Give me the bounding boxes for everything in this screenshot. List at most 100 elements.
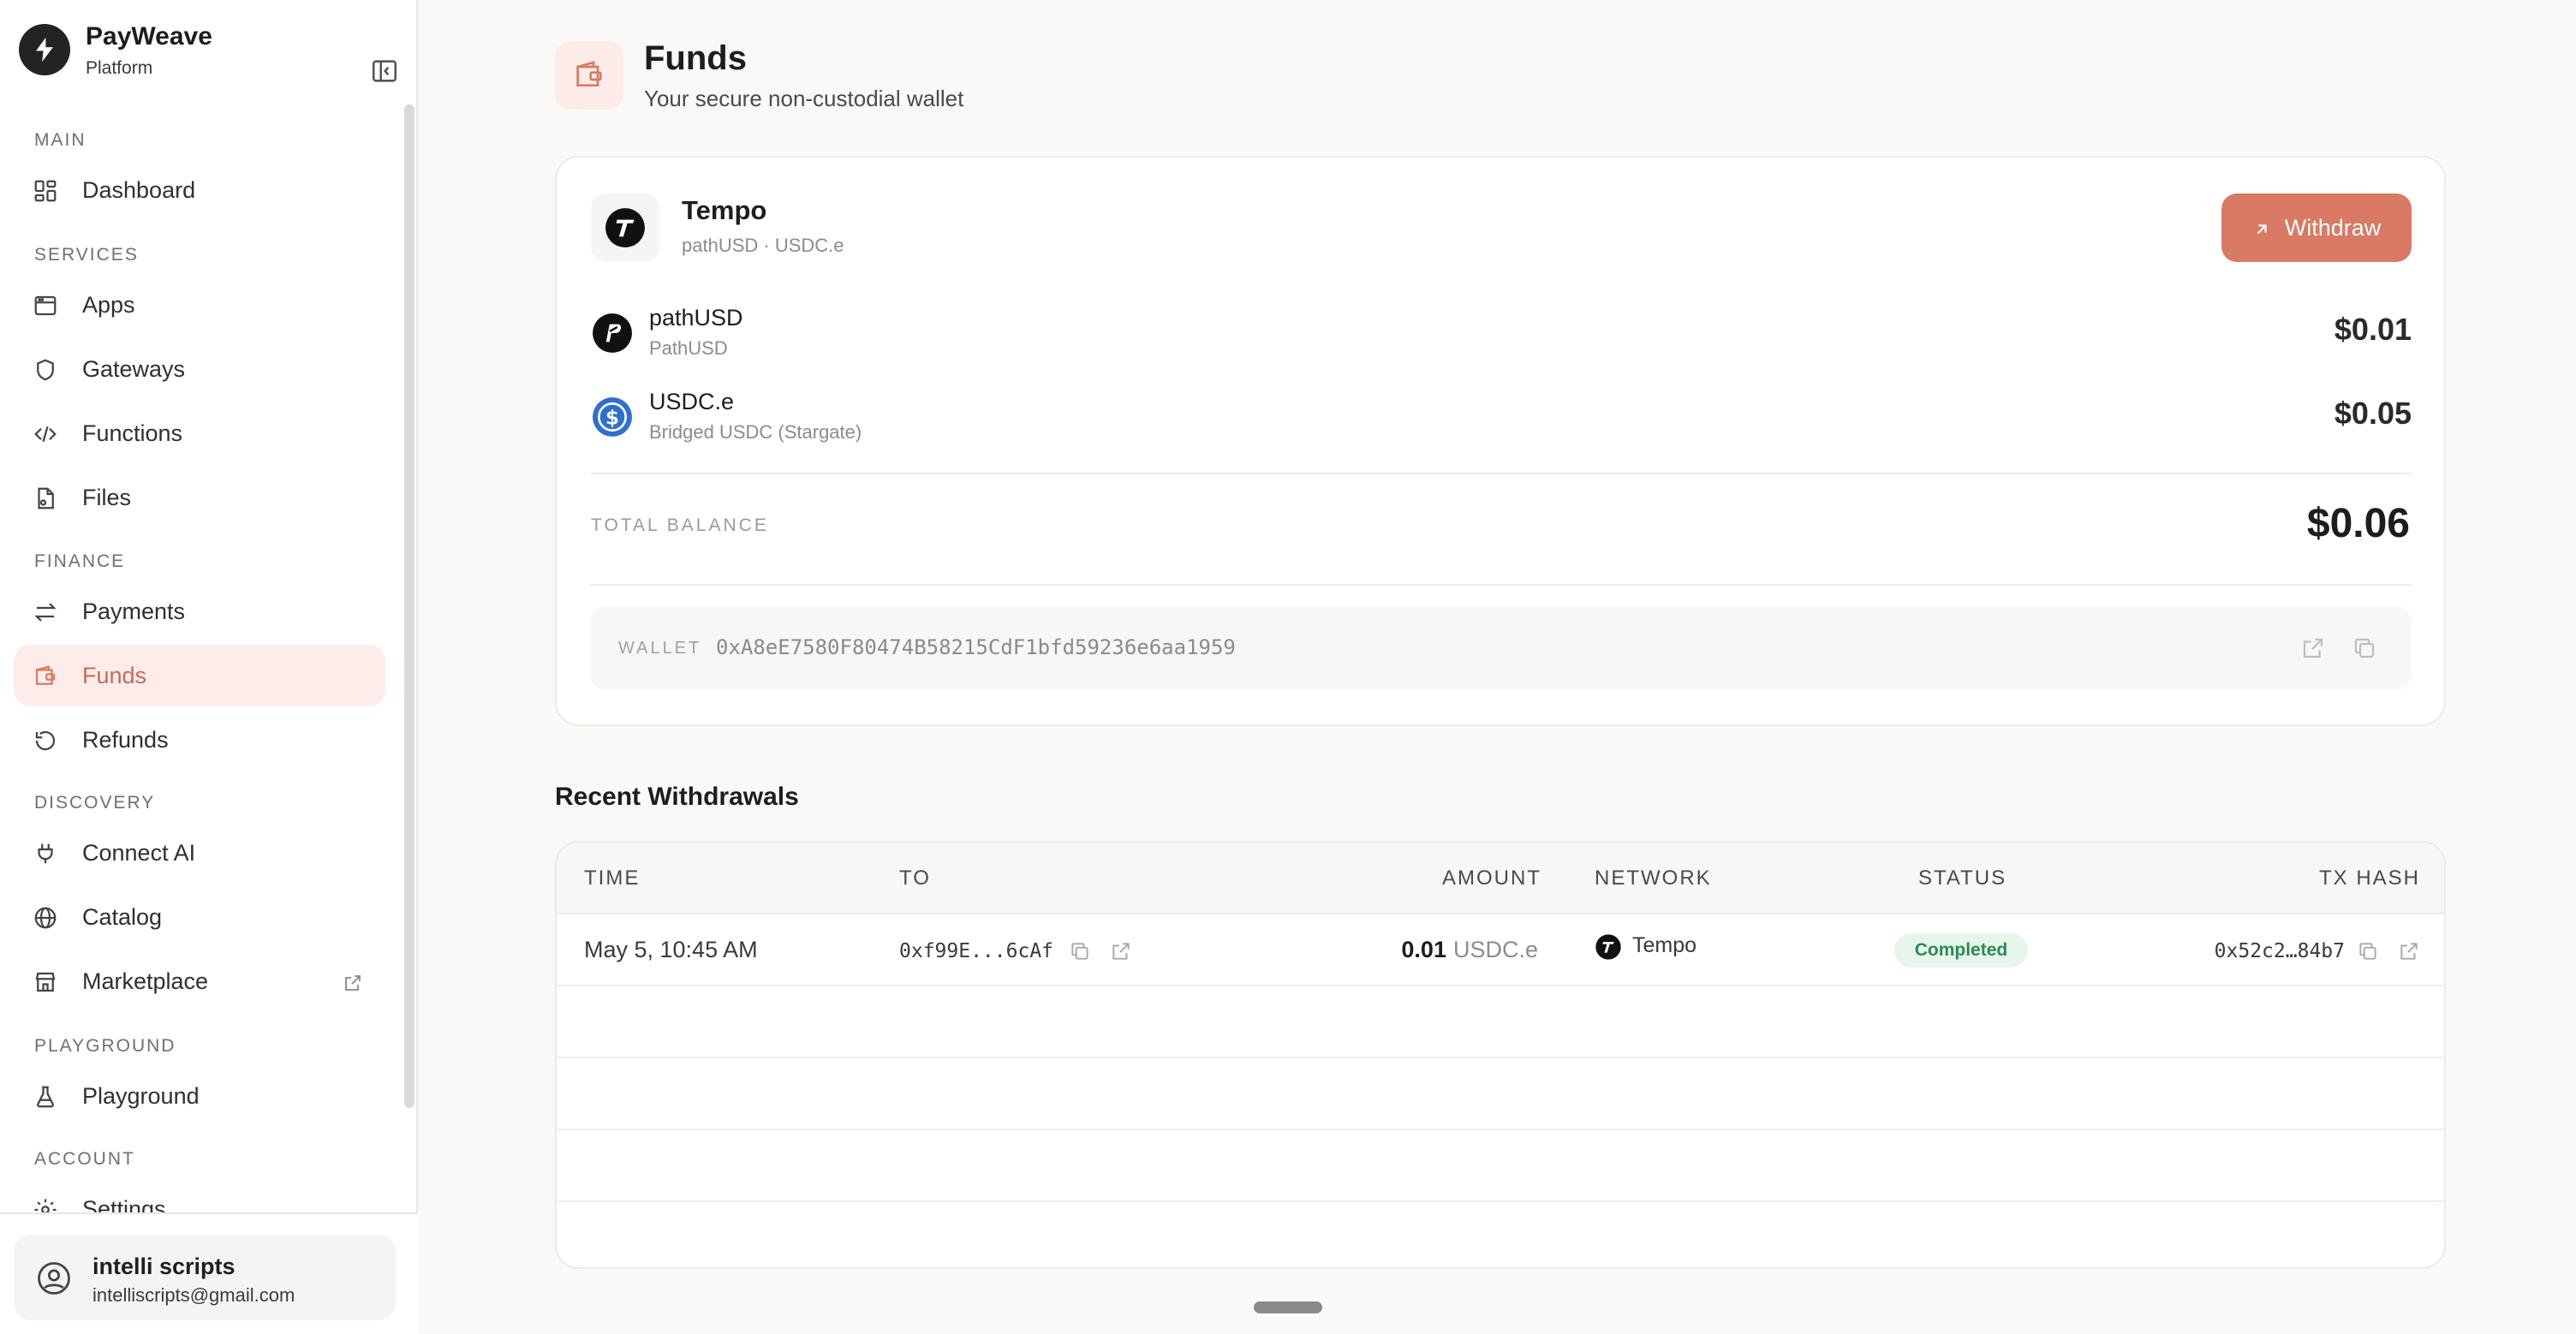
sidebar-footer: intelli scripts intelliscripts@gmail.com [0, 1212, 418, 1334]
withdrawal-amount: 0.01 USDC.e [1327, 937, 1538, 963]
arrow-up-right-icon [2252, 218, 2271, 237]
table-row-empty [557, 986, 2444, 1058]
sidebar-item-marketplace[interactable]: Marketplace [14, 950, 385, 1012]
user-email: intelliscripts@gmail.com [92, 1284, 295, 1306]
sidebar-item-label: Catalog [82, 903, 163, 930]
sidebar-item-payments[interactable]: Payments [14, 581, 385, 642]
sidebar-item-catalog[interactable]: Catalog [14, 886, 385, 948]
brand: PayWeave Platform [19, 22, 399, 86]
user-account-card[interactable]: intelli scripts intelliscripts@gmail.com [14, 1235, 396, 1320]
user-circle-icon [36, 1260, 72, 1296]
arrows-exchange-icon [33, 599, 58, 625]
sidebar-item-files[interactable]: Files [14, 467, 385, 528]
sidebar-collapse-icon[interactable] [370, 57, 399, 86]
column-header-to: TO [899, 867, 931, 890]
withdrawal-time: May 5, 10:45 AM [584, 937, 758, 962]
page-subtitle: Your secure non-custodial wallet [644, 86, 964, 111]
sidebar-item-playground[interactable]: Playground [14, 1065, 385, 1127]
external-link-icon[interactable] [1110, 940, 1132, 962]
external-link-icon[interactable] [2398, 940, 2420, 962]
withdrawal-tx-hash: 0x52c2…84b7 [2214, 940, 2345, 962]
copy-icon[interactable] [2357, 940, 2379, 962]
sidebar-item-apps[interactable]: Apps [14, 274, 385, 336]
table-row-empty [557, 1058, 2444, 1130]
bolt-icon [19, 24, 70, 75]
sidebar-item-label: Refunds [82, 726, 169, 753]
withdrawal-network: Tempo [1632, 933, 1697, 957]
file-icon [33, 485, 58, 511]
token-name: PathUSD [649, 337, 728, 359]
recent-withdrawals-title: Recent Withdrawals [555, 783, 799, 811]
brand-name: PayWeave [86, 22, 212, 51]
sidebar-item-settings[interactable]: Settings [14, 1178, 385, 1216]
amount-currency: USDC.e [1452, 937, 1538, 962]
external-link-icon[interactable] [2300, 635, 2326, 661]
table-row-empty [557, 1130, 2444, 1202]
network-balance-card: Tempo pathUSD · USDC.e Withdraw pathUSD … [555, 156, 2446, 726]
sidebar-item-dashboard[interactable]: Dashboard [14, 159, 385, 221]
copy-icon[interactable] [1069, 940, 1091, 962]
shield-icon [33, 357, 58, 383]
sidebar-scrollbar[interactable] [404, 104, 414, 1108]
table-row: May 5, 10:45 AM 0xf99E...6cAf 0.01 USDC.e… [557, 914, 2444, 986]
token-name: Bridged USDC (Stargate) [649, 421, 862, 443]
flask-icon [33, 1084, 58, 1110]
network-name: Tempo [682, 195, 767, 225]
page-title: Funds [644, 39, 747, 77]
nav-section-finance: FINANCE [34, 551, 126, 571]
token-amount: $0.01 [2334, 312, 2412, 347]
total-balance-value: $0.06 [2306, 501, 2410, 546]
sidebar-item-refunds[interactable]: Refunds [14, 709, 385, 771]
nav-section-main: MAIN [34, 130, 86, 150]
sidebar-item-funds[interactable]: Funds [14, 645, 385, 706]
status-badge: Completed [1894, 933, 2028, 968]
total-balance-label: TOTAL BALANCE [591, 515, 769, 535]
token-row-pathusd: pathUSD PathUSD $0.01 [591, 303, 2412, 372]
sidebar: PayWeave Platform MAIN Dashboard SERVICE… [0, 0, 418, 1334]
column-header-tx-hash: TX HASH [2318, 867, 2420, 890]
sidebar-item-label: Functions [82, 420, 183, 446]
sidebar-item-label: Marketplace [82, 968, 209, 994]
token-symbol: pathUSD [649, 305, 743, 331]
column-header-status: STATUS [1918, 867, 2007, 890]
sidebar-nav: MAIN Dashboard SERVICES Apps Gateways Fu… [0, 111, 402, 1216]
user-name: intelli scripts [92, 1254, 236, 1279]
usdc-logo-icon: $ [591, 396, 634, 438]
external-link-icon [343, 973, 363, 993]
nav-section-playground: PLAYGROUND [34, 1036, 176, 1056]
copy-icon[interactable] [2352, 635, 2377, 661]
tempo-logo-icon [1595, 933, 1622, 961]
wallet-address[interactable]: 0xA8eE7580F80474B58215CdF1bfd59236e6aa19… [716, 635, 1236, 659]
nav-section-discovery: DISCOVERY [34, 793, 156, 813]
wallet-address-box: WALLET 0xA8eE7580F80474B58215CdF1bfd5923… [591, 606, 2412, 690]
sidebar-item-label: Files [82, 484, 132, 510]
column-header-time: TIME [584, 867, 641, 890]
sidebar-item-label: Funds [82, 662, 147, 688]
store-icon [33, 969, 58, 995]
sidebar-item-functions[interactable]: Functions [14, 402, 385, 464]
wallet-icon [555, 41, 623, 110]
dashboard-icon [33, 178, 58, 204]
scroll-handle[interactable] [1254, 1301, 1322, 1313]
withdraw-label: Withdraw [2284, 214, 2382, 241]
app-window-icon [33, 293, 58, 319]
wallet-label: WALLET [618, 639, 702, 658]
pathusd-logo-icon [591, 312, 634, 354]
nav-section-account: ACCOUNT [34, 1149, 135, 1169]
code-icon [33, 421, 58, 447]
sidebar-item-connect-ai[interactable]: Connect AI [14, 822, 385, 884]
sidebar-item-label: Payments [82, 598, 186, 624]
divider [591, 584, 2412, 586]
refresh-ccw-icon [33, 728, 58, 753]
wallet-icon [33, 664, 58, 689]
withdraw-button[interactable]: Withdraw [2221, 194, 2412, 262]
sidebar-item-label: Dashboard [82, 176, 196, 203]
sidebar-item-gateways[interactable]: Gateways [14, 338, 385, 400]
sidebar-item-label: Playground [82, 1082, 200, 1109]
nav-section-services: SERVICES [34, 245, 139, 265]
tempo-logo-icon [591, 194, 659, 262]
column-header-network: NETWORK [1595, 867, 1712, 890]
svg-text:$: $ [605, 407, 619, 429]
brand-subtitle: Platform [86, 58, 153, 78]
table-header: TIME TO AMOUNT NETWORK STATUS TX HASH [557, 843, 2444, 914]
